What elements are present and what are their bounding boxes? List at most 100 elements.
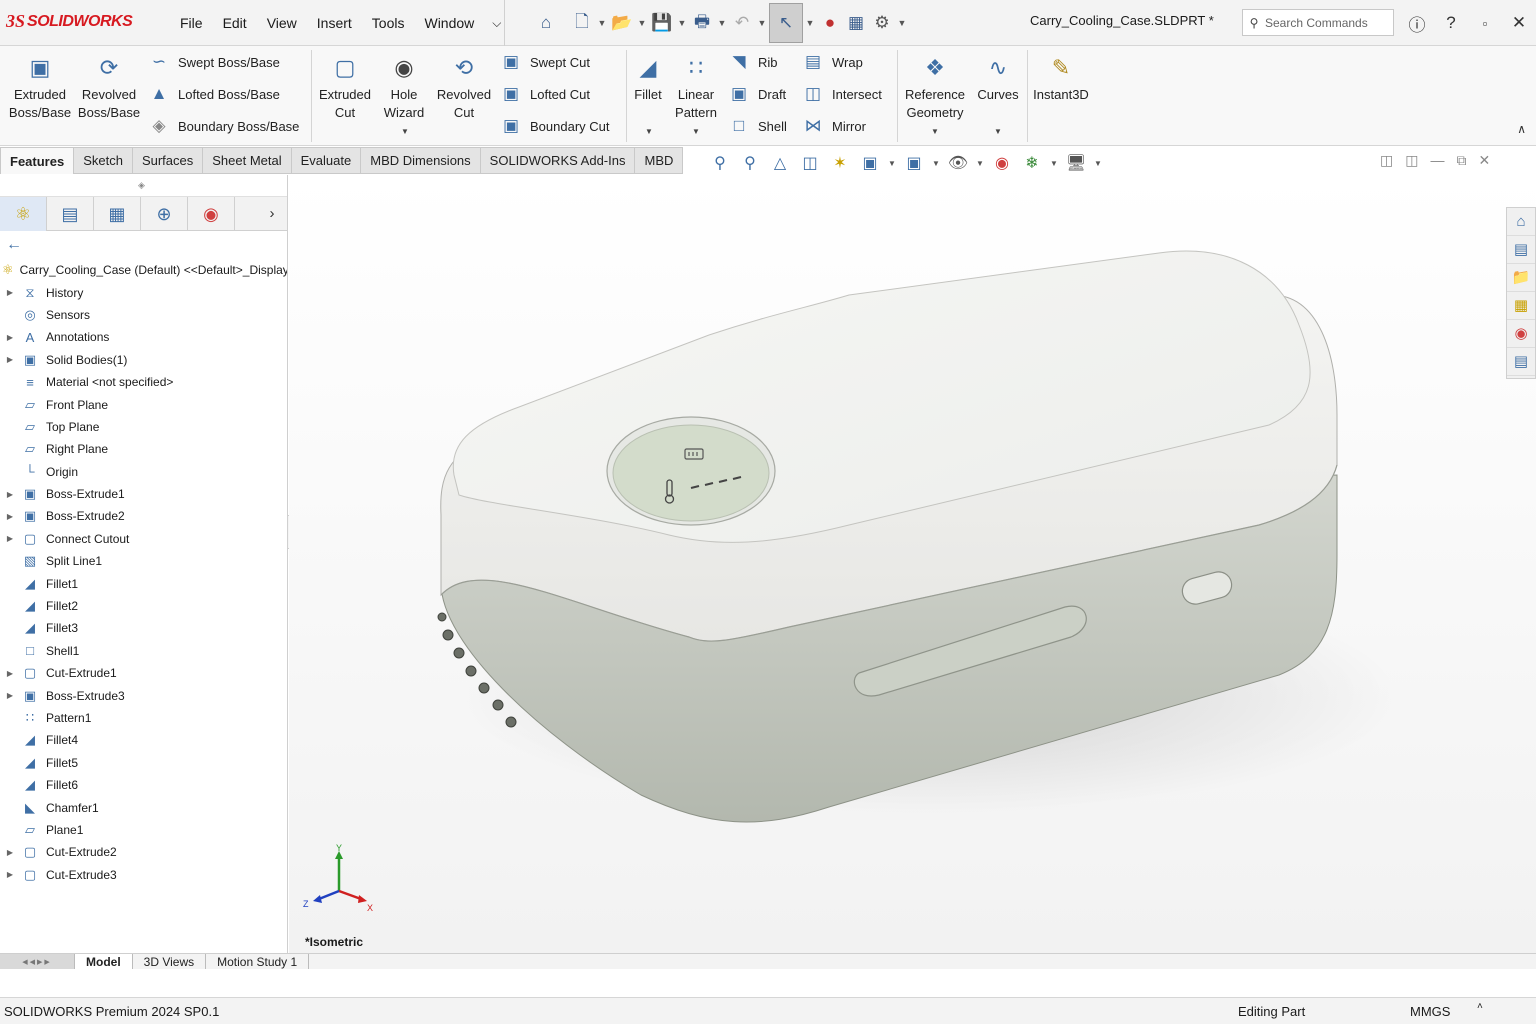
- zoom-to-area-icon[interactable]: ⚲: [736, 153, 764, 173]
- tree-root-part[interactable]: ⚛ Carry_Cooling_Case (Default) <<Default…: [0, 259, 287, 281]
- tab-features[interactable]: Features: [0, 147, 75, 174]
- tree-item[interactable]: ▶ ▣ Solid Bodies(1): [0, 349, 287, 371]
- expand-arrow-icon[interactable]: ▶: [0, 355, 20, 364]
- custom-properties-icon[interactable]: ▤: [1507, 348, 1535, 376]
- print-dropdown-icon[interactable]: ▼: [715, 8, 729, 38]
- tree-item[interactable]: ◢ Fillet5: [0, 752, 287, 774]
- undo-icon[interactable]: ↶: [729, 8, 755, 38]
- edit-appearance-icon[interactable]: ◉: [988, 153, 1016, 173]
- curves-button[interactable]: ∿ Curves: [972, 54, 1024, 104]
- section-view-icon[interactable]: ◫: [796, 153, 824, 173]
- view-palette-icon[interactable]: ▦: [1507, 292, 1535, 320]
- select-cursor-icon[interactable]: ↖: [769, 3, 803, 43]
- tree-item[interactable]: ◢ Fillet6: [0, 774, 287, 796]
- configuration-manager-tab-icon[interactable]: ▦: [94, 197, 141, 231]
- tile-view-icon[interactable]: ◫: [1405, 152, 1418, 169]
- dimxpert-manager-tab-icon[interactable]: ⊕: [141, 197, 188, 231]
- menu-file[interactable]: File: [170, 15, 213, 31]
- help-question-icon[interactable]: ?: [1434, 13, 1468, 33]
- revolved-boss-button[interactable]: ⟳ Revolved Boss/Base: [76, 54, 142, 122]
- tab-scroll-arrows-icon[interactable]: ◀◀▶▶: [0, 954, 75, 969]
- tab-3d-views[interactable]: 3D Views: [133, 954, 207, 969]
- tree-item[interactable]: □ Shell1: [0, 640, 287, 662]
- undo-dropdown-icon[interactable]: ▼: [755, 8, 769, 38]
- instant3d-button[interactable]: ✎ Instant3D: [1030, 54, 1092, 104]
- solidworks-logo[interactable]: 3S SOLIDWORKS: [6, 11, 133, 32]
- tree-item[interactable]: ▶ ▣ Boss-Extrude1: [0, 483, 287, 505]
- tree-item[interactable]: ▱ Front Plane: [0, 393, 287, 415]
- boundary-cut-button[interactable]: ▣ Boundary Cut: [500, 115, 610, 137]
- tree-item[interactable]: ◢ Fillet4: [0, 729, 287, 751]
- expand-arrow-icon[interactable]: ▶: [0, 333, 20, 342]
- menu-insert[interactable]: Insert: [307, 15, 362, 31]
- rib-button[interactable]: ◥ Rib: [728, 51, 777, 73]
- swept-boss-button[interactable]: ∽ Swept Boss/Base: [148, 51, 280, 73]
- expand-arrow-icon[interactable]: ▶: [0, 490, 20, 499]
- tab-model[interactable]: Model: [75, 954, 133, 969]
- open-folder-icon[interactable]: 📂: [609, 8, 635, 38]
- open-dropdown-icon[interactable]: ▼: [635, 8, 649, 38]
- doc-restore-icon[interactable]: ⧉: [1456, 152, 1466, 169]
- appearances-scenes-icon[interactable]: ◉: [1507, 320, 1535, 348]
- wrap-button[interactable]: ▤ Wrap: [802, 51, 863, 73]
- tree-item[interactable]: ▶ ▢ Connect Cutout: [0, 528, 287, 550]
- shell-button[interactable]: □ Shell: [728, 115, 787, 137]
- draft-button[interactable]: ▣ Draft: [728, 83, 786, 105]
- hole-wizard-button[interactable]: ◉ Hole Wizard: [376, 54, 432, 122]
- apply-scene-dropdown-icon[interactable]: ▼: [1048, 159, 1060, 168]
- feature-manager-tab-icon[interactable]: ⚛: [0, 197, 47, 231]
- expand-arrow-icon[interactable]: ▶: [0, 534, 20, 543]
- view-orientation-icon[interactable]: ▣: [856, 153, 884, 173]
- extruded-boss-button[interactable]: ▣ Extruded Boss/Base: [6, 54, 74, 122]
- cooling-case-model[interactable]: [289, 175, 1536, 953]
- help-circle-icon[interactable]: ⓘ: [1400, 11, 1434, 36]
- tree-item[interactable]: ▶ ▣ Boss-Extrude3: [0, 684, 287, 706]
- save-icon[interactable]: 💾: [649, 8, 675, 38]
- tab-mbd-dimensions[interactable]: MBD Dimensions: [361, 147, 481, 174]
- rebuild-traffic-light-icon[interactable]: ●: [817, 8, 843, 38]
- menu-edit[interactable]: Edit: [213, 15, 257, 31]
- display-style-icon[interactable]: ▣: [900, 153, 928, 173]
- options-dropdown-icon[interactable]: ▼: [895, 8, 909, 38]
- mirror-button[interactable]: ⋈ Mirror: [802, 115, 866, 137]
- tree-item[interactable]: ▶ ▣ Boss-Extrude2: [0, 505, 287, 527]
- minimize-icon[interactable]: ▫: [1468, 16, 1502, 31]
- design-library-icon[interactable]: ▤: [1507, 236, 1535, 264]
- reference-geometry-button[interactable]: ❖ Reference Geometry: [900, 54, 970, 122]
- boundary-boss-button[interactable]: ◈ Boundary Boss/Base: [148, 115, 299, 137]
- fillet-button[interactable]: ◢ Fillet: [628, 54, 668, 104]
- panel-pin-icon[interactable]: ◈: [138, 180, 145, 191]
- tree-item[interactable]: ▶ A Annotations: [0, 326, 287, 348]
- tree-item[interactable]: ▱ Right Plane: [0, 438, 287, 460]
- previous-view-icon[interactable]: △: [766, 153, 794, 173]
- file-properties-icon[interactable]: ▦: [843, 8, 869, 38]
- intersect-button[interactable]: ◫ Intersect: [802, 83, 882, 105]
- options-gear-icon[interactable]: ⚙: [869, 8, 895, 38]
- save-dropdown-icon[interactable]: ▼: [675, 8, 689, 38]
- file-explorer-icon[interactable]: 📁: [1507, 264, 1535, 292]
- linear-pattern-button[interactable]: ∷ Linear Pattern: [670, 54, 722, 122]
- revolved-cut-button[interactable]: ⟲ Revolved Cut: [432, 54, 496, 122]
- curves-dropdown-icon[interactable]: ▼: [994, 127, 1002, 136]
- menu-window[interactable]: Window: [414, 15, 484, 31]
- print-icon[interactable]: 🖶: [689, 8, 715, 38]
- unit-system-selector[interactable]: MMGS: [1410, 1004, 1450, 1019]
- expand-arrow-icon[interactable]: ▶: [0, 512, 20, 521]
- tree-item[interactable]: ≡ Material <not specified>: [0, 371, 287, 393]
- tab-sketch[interactable]: Sketch: [74, 147, 133, 174]
- view-settings-dropdown-icon[interactable]: ▼: [1092, 159, 1104, 168]
- new-dropdown-icon[interactable]: ▼: [595, 8, 609, 38]
- extruded-cut-button[interactable]: ▢ Extruded Cut: [314, 54, 376, 122]
- tree-item[interactable]: ▱ Plane1: [0, 819, 287, 841]
- expand-arrow-icon[interactable]: ▶: [0, 870, 20, 879]
- fillet-dropdown-icon[interactable]: ▼: [645, 127, 653, 136]
- hide-show-dropdown-icon[interactable]: ▼: [974, 159, 986, 168]
- expand-arrow-icon[interactable]: ▶: [0, 669, 20, 678]
- home-icon[interactable]: ⌂: [533, 8, 559, 38]
- search-commands-box[interactable]: ⚲ Search Commands: [1242, 9, 1394, 36]
- tree-item[interactable]: ◢ Fillet3: [0, 617, 287, 639]
- zoom-to-fit-icon[interactable]: ⚲: [706, 153, 734, 173]
- tree-item[interactable]: ▶ ⧖ History: [0, 281, 287, 303]
- expand-arrow-icon[interactable]: ▶: [0, 848, 20, 857]
- property-manager-tab-icon[interactable]: ▤: [47, 197, 94, 231]
